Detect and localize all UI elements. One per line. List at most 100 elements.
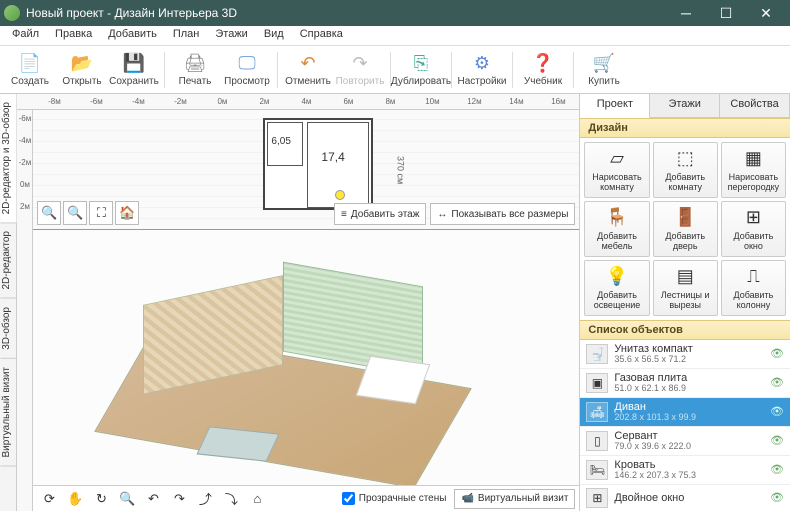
floors-icon: ≡ [341,209,347,220]
virtual-visit-button[interactable]: 📹 Виртуальный визит [454,489,575,509]
stairs-button[interactable]: ▤Лестницы ивырезы [653,260,718,316]
rotate-left-button[interactable]: ↶ [141,489,165,509]
visibility-icon[interactable]: 👁 [770,463,784,476]
left-view-tabs: 2D-редактор и 3D-обзор2D-редактор3D-обзо… [0,94,17,511]
main-toolbar: 📄Создать📂Открыть💾Сохранить🖨Печать🖵Просмо… [0,46,790,94]
stairs-icon: ▤ [673,265,697,289]
tilt-down-button[interactable]: ⤵ [219,489,243,509]
right-tab-Этажи[interactable]: Этажи [650,94,720,117]
object-icon: ▣ [586,373,608,393]
add-column-button[interactable]: ⎍Добавитьколонну [721,260,786,316]
settings-icon: ⚙ [471,53,493,75]
menubar: ФайлПравкаДобавитьПланЭтажиВидСправка [0,26,790,46]
view-tab-1[interactable]: 2D-редактор [0,223,16,299]
save-icon: 💾 [123,53,145,75]
draw-partition-button[interactable]: ▦Нарисоватьперегородку [721,142,786,198]
save-button[interactable]: 💾Сохранить [108,48,160,92]
view-tab-0[interactable]: 2D-редактор и 3D-обзор [0,94,16,223]
2d-view[interactable]: 6,05 17,4 370 см 🔍 🔍 ⛶ 🏠 ≡ [33,110,579,230]
zoom-3d-button[interactable]: 🔍 [115,489,139,509]
dimension-label: 370 см [395,156,405,184]
settings-button[interactable]: ⚙Настройки [456,48,508,92]
add-window-icon: ⊞ [741,206,765,230]
add-lighting-button[interactable]: 💡Добавитьосвещение [584,260,649,316]
object-name: Двойное окно [614,492,764,504]
object-icon: 🚽 [586,344,608,364]
zoom-fit-button[interactable]: ⛶ [89,201,113,225]
menu-Добавить[interactable]: Добавить [100,26,165,45]
add-furniture-button[interactable]: 🪑Добавитьмебель [584,201,649,257]
add-floor-button[interactable]: ≡ Добавить этаж [334,203,426,225]
object-item[interactable]: ▣Газовая плита51.0 x 62.1 x 86.9👁 [580,369,790,398]
new-icon: 📄 [19,53,41,75]
view-360-button[interactable]: ⟳ [37,489,61,509]
pan-button[interactable]: ✋ [63,489,87,509]
visibility-icon[interactable]: 👁 [770,491,784,504]
object-item[interactable]: ▯Сервант79.0 x 39.6 x 222.0👁 [580,427,790,456]
add-furniture-icon: 🪑 [605,206,629,230]
menu-Этажи[interactable]: Этажи [207,26,255,45]
ruler-vertical: -6м-4м-2м0м2м [17,110,33,511]
close-button[interactable]: ✕ [746,0,786,26]
dup-button[interactable]: ⎘Дублировать [395,48,447,92]
new-button[interactable]: 📄Создать [4,48,56,92]
object-dimensions: 202.8 x 101.3 x 99.9 [614,413,764,423]
draw-room-button[interactable]: ▱Нарисоватькомнату [584,142,649,198]
object-icon: ▯ [586,431,608,451]
3d-view[interactable] [33,230,579,485]
visibility-icon[interactable]: 👁 [770,347,784,360]
tilt-up-button[interactable]: ⤴ [193,489,217,509]
draw-partition-icon: ▦ [741,147,765,171]
redo-icon: ↷ [349,53,371,75]
objects-list[interactable]: 🚽Унитаз компакт35.6 x 56.5 x 71.2👁▣Газов… [580,340,790,511]
rotate-right-button[interactable]: ↷ [167,489,191,509]
menu-Вид[interactable]: Вид [256,26,292,45]
menu-Правка[interactable]: Правка [47,26,100,45]
object-item[interactable]: ⊞Двойное окно👁 [580,485,790,511]
room-area-2: 17,4 [321,150,344,164]
right-tabs: ПроектЭтажиСвойства [580,94,790,118]
reset-view-button[interactable]: ⌂ [245,489,269,509]
visibility-icon[interactable]: 👁 [770,434,784,447]
view-tab-2[interactable]: 3D-обзор [0,299,16,359]
add-door-button[interactable]: 🚪Добавитьдверь [653,201,718,257]
zoom-out-button[interactable]: 🔍 [37,201,61,225]
object-item[interactable]: 🛏Кровать146.2 x 207.3 x 75.3👁 [580,456,790,485]
redo-button: ↷Повторить [334,48,386,92]
object-dimensions: 146.2 x 207.3 x 75.3 [614,471,764,481]
minimize-button[interactable]: ─ [666,0,706,26]
home-button[interactable]: 🏠 [115,201,139,225]
right-tab-Свойства[interactable]: Свойства [720,94,790,117]
window-title: Новый проект - Дизайн Интерьера 3D [26,6,666,20]
buy-icon: 🛒 [593,53,615,75]
show-dims-button[interactable]: ↔ Показывать все размеры [430,203,575,225]
objects-section-header: Список объектов [580,320,790,340]
open-button[interactable]: 📂Открыть [56,48,108,92]
menu-Справка[interactable]: Справка [292,26,351,45]
add-window-button[interactable]: ⊞Добавитьокно [721,201,786,257]
view-tab-3[interactable]: Виртуальный визит [0,359,16,467]
3d-toolbar: ⟳ ✋ ↻ 🔍 ↶ ↷ ⤴ ⤵ ⌂ Прозрачные стены 📹 [33,485,579,511]
preview-button[interactable]: 🖵Просмотр [221,48,273,92]
print-button[interactable]: 🖨Печать [169,48,221,92]
object-item[interactable]: 🚽Унитаз компакт35.6 x 56.5 x 71.2👁 [580,340,790,369]
object-item[interactable]: 🛋Диван202.8 x 101.3 x 99.9👁 [580,398,790,427]
help-icon: ❓ [532,53,554,75]
zoom-in-button[interactable]: 🔍 [63,201,87,225]
buy-button[interactable]: 🛒Купить [578,48,630,92]
transparent-walls-checkbox[interactable]: Прозрачные стены [342,492,447,505]
maximize-button[interactable]: ☐ [706,0,746,26]
visibility-icon[interactable]: 👁 [770,405,784,418]
right-tab-Проект[interactable]: Проект [580,94,650,118]
floor-plan[interactable]: 6,05 17,4 370 см [263,118,373,210]
menu-План[interactable]: План [165,26,208,45]
orbit-button[interactable]: ↻ [89,489,113,509]
add-room-icon: ⬚ [673,147,697,171]
help-button[interactable]: ❓Учебник [517,48,569,92]
add-room-button[interactable]: ⬚Добавитькомнату [653,142,718,198]
visibility-icon[interactable]: 👁 [770,376,784,389]
object-dimensions: 35.6 x 56.5 x 71.2 [614,355,764,365]
menu-Файл[interactable]: Файл [4,26,47,45]
undo-button[interactable]: ↶Отменить [282,48,334,92]
app-icon [4,5,20,21]
